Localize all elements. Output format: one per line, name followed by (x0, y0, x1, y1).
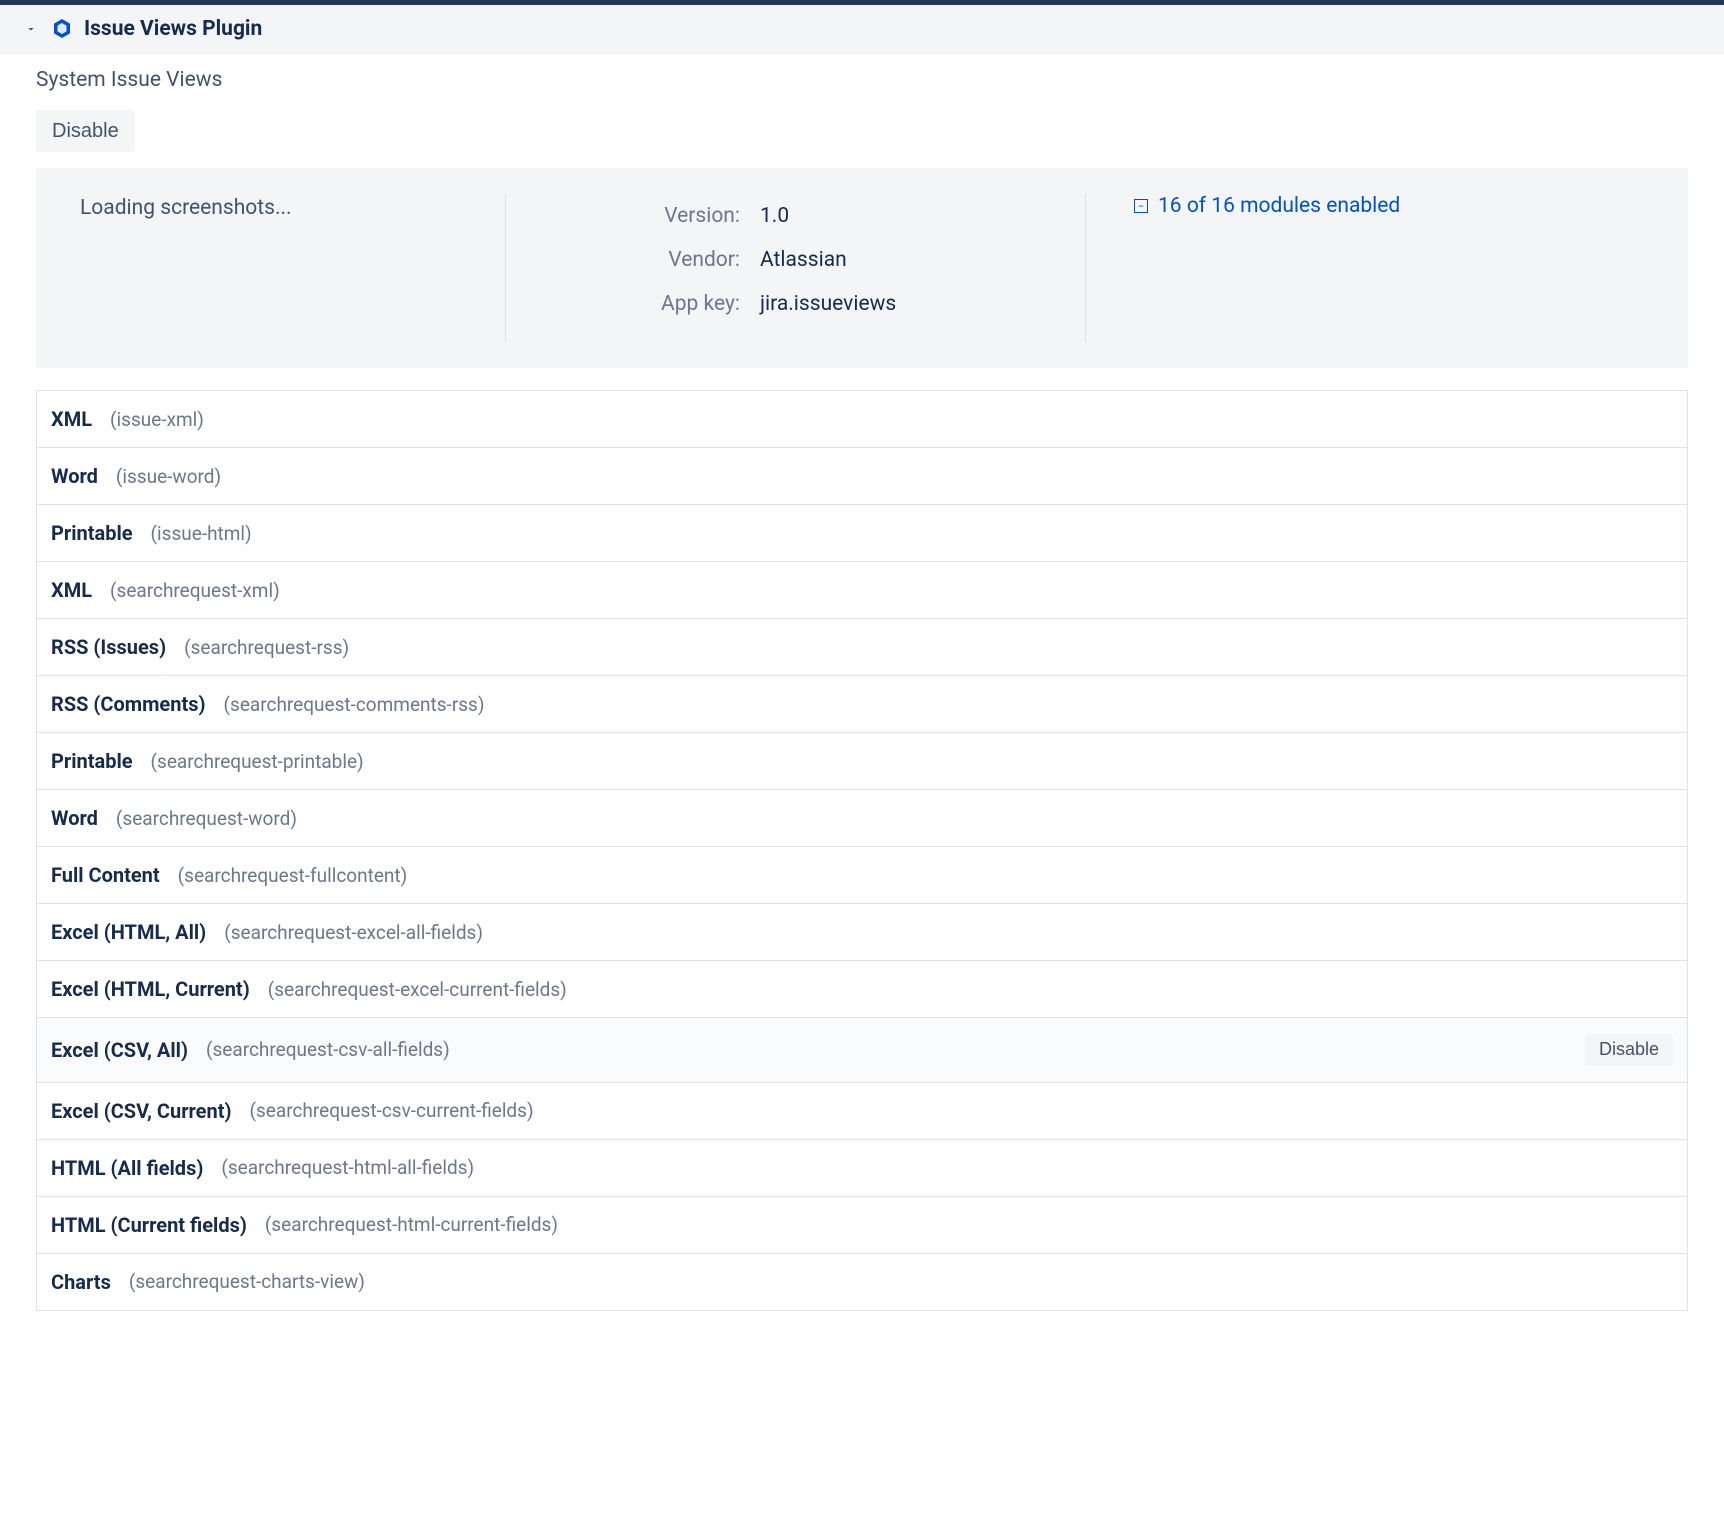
module-row[interactable]: Word (searchrequest-word) (37, 789, 1687, 846)
module-id: (searchrequest-html-all-fields) (221, 1156, 474, 1179)
module-row[interactable]: Printable (issue-html) (37, 504, 1687, 561)
module-name: Printable (51, 749, 133, 773)
module-name: Word (51, 464, 98, 488)
vendor-value: Atlassian (760, 248, 847, 272)
module-name: Excel (HTML, Current) (51, 977, 250, 1001)
modules-list: XML (issue-xml) Word (issue-word) Printable (… (36, 390, 1688, 1311)
module-row[interactable]: Full Content (searchrequest-fullcontent) (37, 846, 1687, 903)
modules-enabled-text: 16 of 16 modules enabled (1158, 194, 1400, 218)
module-name: Excel (HTML, All) (51, 920, 206, 944)
chevron-down-icon (22, 20, 40, 38)
module-id: (issue-xml) (110, 408, 204, 431)
module-name: Excel (CSV, Current) (51, 1099, 232, 1123)
disable-module-button[interactable]: Disable (1585, 1034, 1673, 1066)
module-id: (searchrequest-comments-rss) (224, 693, 485, 716)
module-name: Charts (51, 1270, 111, 1294)
module-row[interactable]: Word (issue-word) (37, 447, 1687, 504)
modules-enabled-link[interactable]: − 16 of 16 modules enabled (1134, 194, 1400, 218)
module-id: (searchrequest-charts-view) (129, 1270, 365, 1293)
module-id: (searchrequest-xml) (110, 579, 280, 602)
info-panel: Loading screenshots... Version: 1.0 Vend… (36, 168, 1688, 368)
module-name: HTML (Current fields) (51, 1213, 247, 1237)
module-row[interactable]: Excel (CSV, All) (searchrequest-csv-all-f… (37, 1017, 1687, 1082)
module-id: (searchrequest-printable) (151, 750, 364, 773)
module-row[interactable]: Charts (searchrequest-charts-view) (37, 1253, 1687, 1310)
version-label: Version: (550, 204, 740, 228)
module-name: Word (51, 806, 98, 830)
plugin-title: Issue Views Plugin (84, 17, 262, 41)
module-id: (searchrequest-rss) (184, 636, 349, 659)
module-id: (issue-html) (151, 522, 252, 545)
module-row[interactable]: HTML (Current fields) (searchrequest-html… (37, 1196, 1687, 1253)
module-row[interactable]: XML (issue-xml) (37, 390, 1687, 447)
module-name: Excel (CSV, All) (51, 1038, 188, 1062)
module-name: Printable (51, 521, 133, 545)
module-row[interactable]: RSS (Issues) (searchrequest-rss) (37, 618, 1687, 675)
module-row[interactable]: XML (searchrequest-xml) (37, 561, 1687, 618)
meta-panel: Version: 1.0 Vendor: Atlassian App key: … (506, 168, 1086, 368)
module-name: HTML (All fields) (51, 1156, 203, 1180)
module-row[interactable]: Excel (HTML, Current) (searchrequest-exce… (37, 960, 1687, 1017)
version-value: 1.0 (760, 204, 789, 228)
plugin-header[interactable]: Issue Views Plugin (0, 5, 1724, 54)
disable-button[interactable]: Disable (36, 110, 135, 152)
appkey-value: jira.issueviews (760, 292, 896, 316)
module-id: (searchrequest-excel-current-fields) (268, 978, 567, 1001)
module-id: (searchrequest-excel-all-fields) (224, 921, 483, 944)
module-id: (searchrequest-csv-current-fields) (250, 1099, 534, 1122)
module-id: (searchrequest-fullcontent) (178, 864, 408, 887)
collapse-icon: − (1134, 199, 1148, 213)
module-row[interactable]: Excel (HTML, All) (searchrequest-excel-al… (37, 903, 1687, 960)
module-name: RSS (Issues) (51, 635, 166, 659)
plugin-subtitle: System Issue Views (36, 68, 1688, 92)
module-row[interactable]: Excel (CSV, Current) (searchrequest-csv-c… (37, 1082, 1687, 1139)
screenshots-panel: Loading screenshots... (36, 168, 506, 368)
vendor-label: Vendor: (550, 248, 740, 272)
module-name: XML (51, 407, 92, 431)
module-id: (searchrequest-word) (116, 807, 297, 830)
module-row[interactable]: Printable (searchrequest-printable) (37, 732, 1687, 789)
module-row[interactable]: HTML (All fields) (searchrequest-html-all… (37, 1139, 1687, 1196)
module-id: (searchrequest-csv-all-fields) (206, 1038, 450, 1061)
plugin-icon (50, 17, 74, 41)
module-name: RSS (Comments) (51, 692, 206, 716)
module-id: (issue-word) (116, 465, 221, 488)
module-name: XML (51, 578, 92, 602)
module-id: (searchrequest-html-current-fields) (265, 1213, 558, 1236)
loading-text: Loading screenshots... (80, 196, 292, 220)
appkey-label: App key: (550, 292, 740, 316)
modules-status-panel: − 16 of 16 modules enabled (1086, 168, 1688, 368)
module-row[interactable]: RSS (Comments) (searchrequest-comments-rs… (37, 675, 1687, 732)
module-name: Full Content (51, 863, 160, 887)
subheader: System Issue Views (0, 54, 1724, 92)
